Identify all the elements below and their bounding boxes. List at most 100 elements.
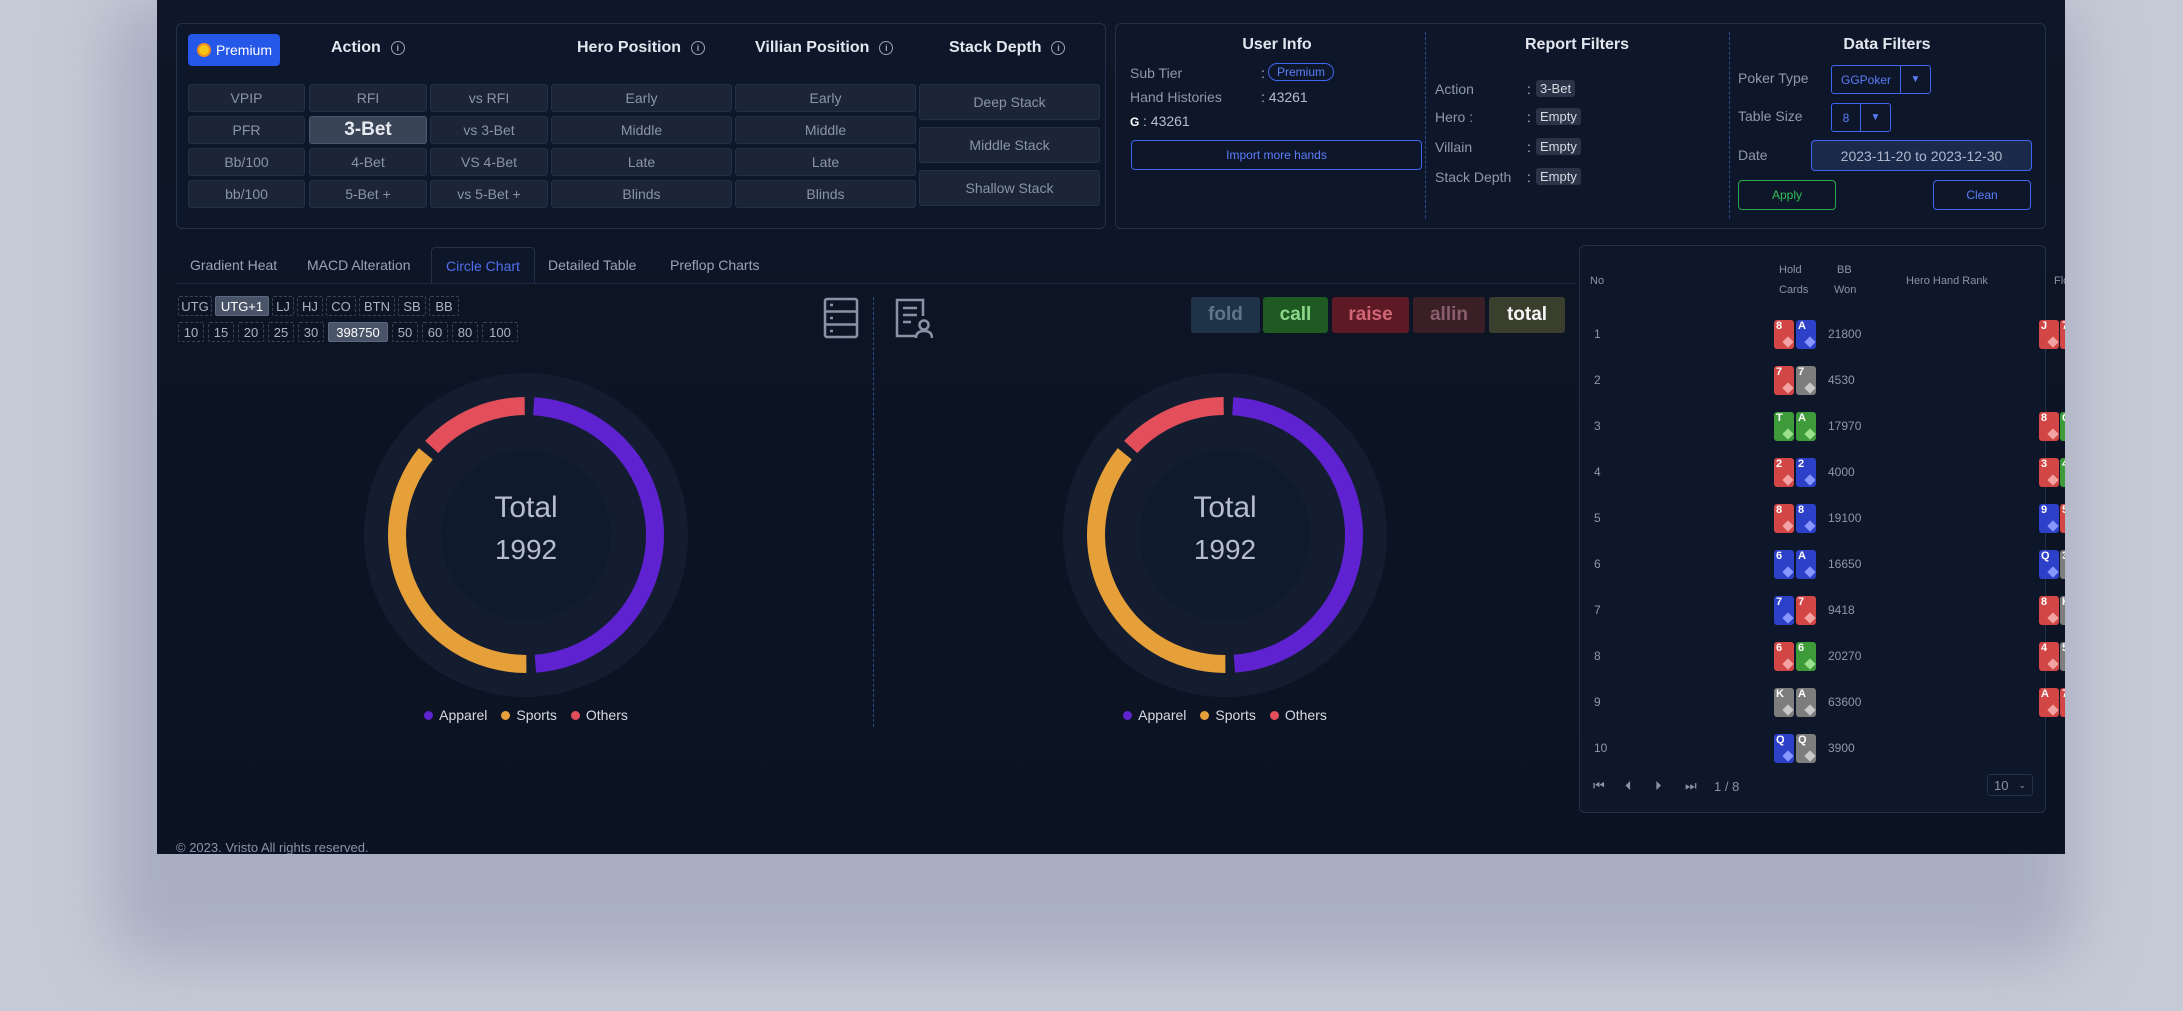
sub-tier-colon: : (1261, 65, 1265, 81)
info-icon[interactable]: i (1051, 41, 1066, 55)
filter-action-col-button[interactable]: RFI (309, 84, 427, 112)
action-allin-button[interactable]: allin (1413, 297, 1485, 333)
report-filters-title: Report Filters (1524, 36, 1629, 53)
tab-circle-chart[interactable]: Circle Chart (431, 247, 535, 283)
playing-card: A (2039, 688, 2059, 717)
stack-chip[interactable]: 15 (208, 322, 234, 342)
user-report-icon[interactable] (893, 296, 933, 340)
row-number: 10 (1594, 741, 1608, 755)
import-hands-button[interactable]: Import more hands (1131, 140, 1422, 170)
legend-item[interactable]: Apparel (424, 707, 487, 723)
filter-stat-col-button[interactable]: PFR (188, 116, 305, 144)
last-page-icon[interactable]: ⏭ (1685, 778, 1697, 794)
stack-depth-button[interactable]: Deep Stack (919, 84, 1100, 120)
apply-button[interactable]: Apply (1738, 180, 1836, 210)
stack-chip[interactable]: 398750 (328, 322, 388, 342)
row-number: 9 (1594, 695, 1601, 709)
page-size-value: 10 (1994, 777, 2009, 793)
position-chip[interactable]: UTG+1 (215, 296, 269, 316)
position-chip[interactable]: LJ (272, 296, 294, 316)
playing-card: 7 (2060, 688, 2065, 717)
legend-swatch (1269, 710, 1279, 720)
report-filter-value: Empty (1536, 168, 1581, 185)
filter-stat-col-button[interactable]: Bb/100 (188, 148, 305, 176)
poker-type-select[interactable]: GGPoker ▼ (1831, 65, 1931, 94)
legend-item[interactable]: Sports (501, 707, 557, 723)
stack-chip[interactable]: 10 (178, 322, 204, 342)
legend-item[interactable]: Apparel (1123, 707, 1186, 723)
filter-hero-pos-button[interactable]: Late (551, 148, 732, 176)
action-raise-button[interactable]: raise (1332, 297, 1409, 333)
tab-detailed-table[interactable]: Detailed Table (534, 247, 650, 283)
filter-action-col-button[interactable]: 3-Bet (309, 116, 427, 144)
position-chip[interactable]: HJ (297, 296, 323, 316)
info-icon[interactable]: i (390, 41, 405, 55)
filter-vs-col-button[interactable]: vs RFI (430, 84, 548, 112)
legend-item[interactable]: Sports (1200, 707, 1256, 723)
stack-chip[interactable]: 100 (482, 322, 518, 342)
report-filter-colon: : (1527, 109, 1531, 125)
playing-card: 4 (2039, 642, 2059, 671)
playing-card: K (1774, 688, 1794, 717)
position-chip[interactable]: CO (326, 296, 356, 316)
info-icon[interactable]: i (879, 41, 894, 55)
action-total-button[interactable]: total (1489, 297, 1565, 333)
tab-gradient-heat[interactable]: Gradient Heat (176, 247, 291, 283)
stack-chip[interactable]: 60 (422, 322, 448, 342)
playing-card: 7 (1796, 596, 1816, 625)
table-size-value: 8 (1832, 104, 1861, 131)
hero-header-label: Hero Position (577, 39, 682, 56)
stack-chip[interactable]: 80 (452, 322, 478, 342)
premium-badge[interactable]: Premium (188, 34, 280, 66)
legend-item[interactable]: Others (570, 707, 628, 723)
filter-vs-col-button[interactable]: vs 3-Bet (430, 116, 548, 144)
filter-villian-pos-button[interactable]: Late (735, 148, 916, 176)
filter-stat-col-button[interactable]: VPIP (188, 84, 305, 112)
hand-histories-value: : 43261 (1261, 89, 1308, 105)
position-chip[interactable]: SB (398, 296, 426, 316)
playing-card: A (1796, 412, 1816, 441)
stack-chip[interactable]: 50 (392, 322, 418, 342)
filter-action-col-button[interactable]: 5-Bet + (309, 180, 427, 208)
playing-card: 9 (2039, 504, 2059, 533)
section-divider (1729, 32, 1730, 218)
tab-macd-alteration[interactable]: MACD Alteration (293, 247, 424, 283)
position-chip[interactable]: UTG (178, 296, 212, 316)
stack-chip[interactable]: 20 (238, 322, 264, 342)
action-fold-button[interactable]: fold (1191, 297, 1260, 333)
playing-card: 6 (1774, 550, 1794, 579)
filter-hero-pos-button[interactable]: Blinds (551, 180, 732, 208)
playing-card: 5 (2060, 504, 2065, 533)
table-size-select[interactable]: 8 ▼ (1831, 103, 1891, 132)
position-chip[interactable]: BTN (359, 296, 395, 316)
filter-villian-pos-button[interactable]: Middle (735, 116, 916, 144)
stack-depth-button[interactable]: Middle Stack (919, 127, 1100, 163)
info-icon[interactable]: i (691, 41, 706, 55)
filter-vs-col-button[interactable]: vs 5-Bet + (430, 180, 548, 208)
clean-button[interactable]: Clean (1933, 180, 2031, 210)
date-range-input[interactable]: 2023-11-20 to 2023-12-30 (1811, 140, 2032, 171)
chart-center-value: 1992 (1193, 534, 1257, 565)
filter-hero-pos-button[interactable]: Middle (551, 116, 732, 144)
filter-stat-col-button[interactable]: bb/100 (188, 180, 305, 208)
filter-hero-pos-button[interactable]: Early (551, 84, 732, 112)
filter-villian-pos-button[interactable]: Blinds (735, 180, 916, 208)
playing-card: A (1796, 550, 1816, 579)
prev-page-icon[interactable]: ⏴ (1625, 778, 1632, 794)
filter-vs-col-button[interactable]: VS 4-Bet (430, 148, 548, 176)
bb-won-value: 3900 (1828, 741, 1855, 755)
filter-action-col-button[interactable]: 4-Bet (309, 148, 427, 176)
tab-preflop-charts[interactable]: Preflop Charts (656, 247, 773, 283)
action-call-button[interactable]: call (1263, 297, 1328, 333)
server-icon[interactable] (823, 297, 859, 339)
legend-item[interactable]: Others (1269, 707, 1327, 723)
stack-chip[interactable]: 25 (268, 322, 294, 342)
legend-label: Others (585, 707, 628, 723)
next-page-icon[interactable]: ⏵ (1655, 778, 1662, 794)
page-size-select[interactable]: 10 ⌄ (1987, 774, 2033, 796)
first-page-icon[interactable]: ⏮ (1593, 778, 1605, 794)
stack-depth-button[interactable]: Shallow Stack (919, 170, 1100, 206)
filter-villian-pos-button[interactable]: Early (735, 84, 916, 112)
stack-chip[interactable]: 30 (298, 322, 324, 342)
position-chip[interactable]: BB (429, 296, 459, 316)
